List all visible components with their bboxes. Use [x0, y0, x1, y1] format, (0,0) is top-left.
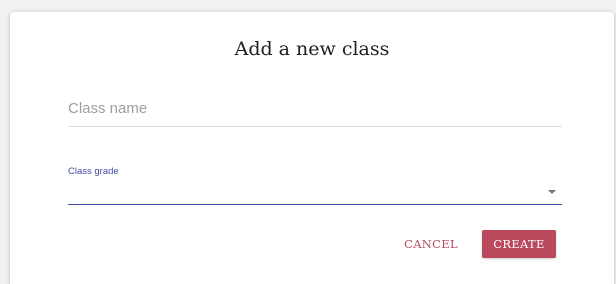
- create-button[interactable]: CREATE: [482, 230, 556, 258]
- cancel-button[interactable]: CANCEL: [394, 230, 468, 258]
- dialog-title: Add a new class: [234, 38, 390, 60]
- add-class-dialog: Add a new class Class grade CANCEL CREAT…: [10, 12, 614, 284]
- class-grade-label: Class grade: [68, 166, 119, 177]
- class-grade-select[interactable]: Class grade: [68, 166, 562, 205]
- chevron-down-icon[interactable]: [548, 190, 556, 194]
- class-name-field[interactable]: [68, 96, 562, 127]
- class-name-input[interactable]: [68, 100, 562, 117]
